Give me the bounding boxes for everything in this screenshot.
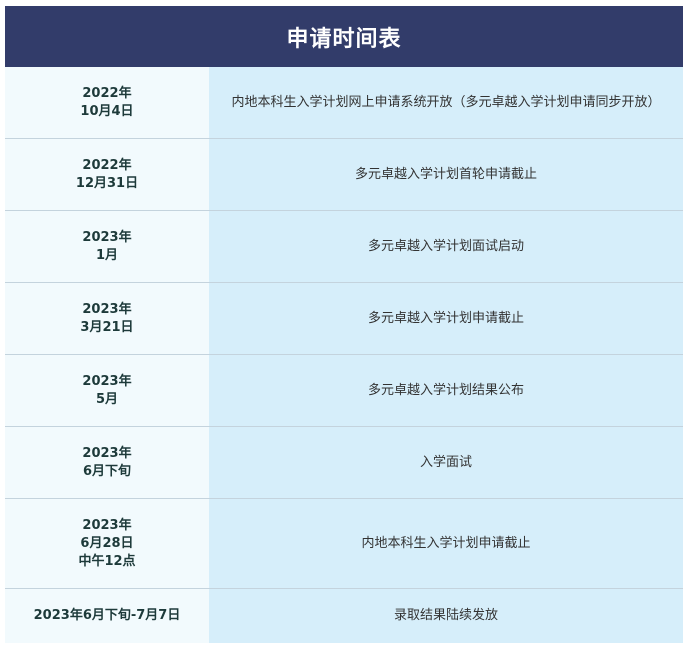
event-cell: 多元卓越入学计划面试启动 — [209, 211, 683, 282]
event-cell: 入学面试 — [209, 427, 683, 498]
date-text: 2023年 — [82, 445, 132, 461]
date-text: 10月4日 — [80, 103, 134, 119]
table-row: 2023年6月下旬-7月7日 录取结果陆续发放 — [5, 589, 683, 643]
date-text: 2023年 — [82, 373, 132, 389]
table-row: 2023年 5月 多元卓越入学计划结果公布 — [5, 355, 683, 427]
date-text: 6月下旬 — [82, 463, 132, 479]
event-cell: 多元卓越入学计划申请截止 — [209, 283, 683, 354]
date-cell: 2023年 6月28日 中午12点 — [5, 499, 209, 588]
date-text: 2023年 — [82, 301, 132, 317]
date-cell: 2023年 3月21日 — [5, 283, 209, 354]
table-row: 2022年 12月31日 多元卓越入学计划首轮申请截止 — [5, 139, 683, 211]
table-row: 2022年 10月4日 内地本科生入学计划网上申请系统开放（多元卓越入学计划申请… — [5, 67, 683, 139]
event-cell: 内地本科生入学计划网上申请系统开放（多元卓越入学计划申请同步开放） — [209, 67, 683, 138]
date-text: 2022年 — [82, 157, 132, 173]
date-cell: 2022年 10月4日 — [5, 67, 209, 138]
schedule-title: 申请时间表 — [5, 6, 683, 67]
event-cell: 内地本科生入学计划申请截止 — [209, 499, 683, 588]
table-row: 2023年 6月28日 中午12点 内地本科生入学计划申请截止 — [5, 499, 683, 589]
date-text: 2023年6月下旬-7月7日 — [33, 608, 181, 623]
table-row: 2023年 1月 多元卓越入学计划面试启动 — [5, 211, 683, 283]
event-cell: 多元卓越入学计划结果公布 — [209, 355, 683, 426]
date-text: 2023年 — [82, 517, 132, 533]
date-cell: 2023年6月下旬-7月7日 — [5, 589, 209, 643]
date-text: 5月 — [95, 391, 119, 407]
event-cell: 录取结果陆续发放 — [209, 589, 683, 643]
event-cell: 多元卓越入学计划首轮申请截止 — [209, 139, 683, 210]
date-text: 2023年 — [82, 229, 132, 245]
date-text: 2022年 — [82, 85, 132, 101]
date-text: 3月21日 — [80, 319, 134, 335]
date-cell: 2022年 12月31日 — [5, 139, 209, 210]
date-cell: 2023年 6月下旬 — [5, 427, 209, 498]
date-text: 中午12点 — [78, 553, 136, 569]
date-cell: 2023年 5月 — [5, 355, 209, 426]
date-text: 12月31日 — [75, 175, 139, 191]
application-schedule-table: 申请时间表 2022年 10月4日 内地本科生入学计划网上申请系统开放（多元卓越… — [5, 6, 683, 643]
date-text: 6月28日 — [80, 535, 134, 551]
date-text: 1月 — [95, 247, 119, 263]
date-cell: 2023年 1月 — [5, 211, 209, 282]
table-row: 2023年 6月下旬 入学面试 — [5, 427, 683, 499]
table-row: 2023年 3月21日 多元卓越入学计划申请截止 — [5, 283, 683, 355]
